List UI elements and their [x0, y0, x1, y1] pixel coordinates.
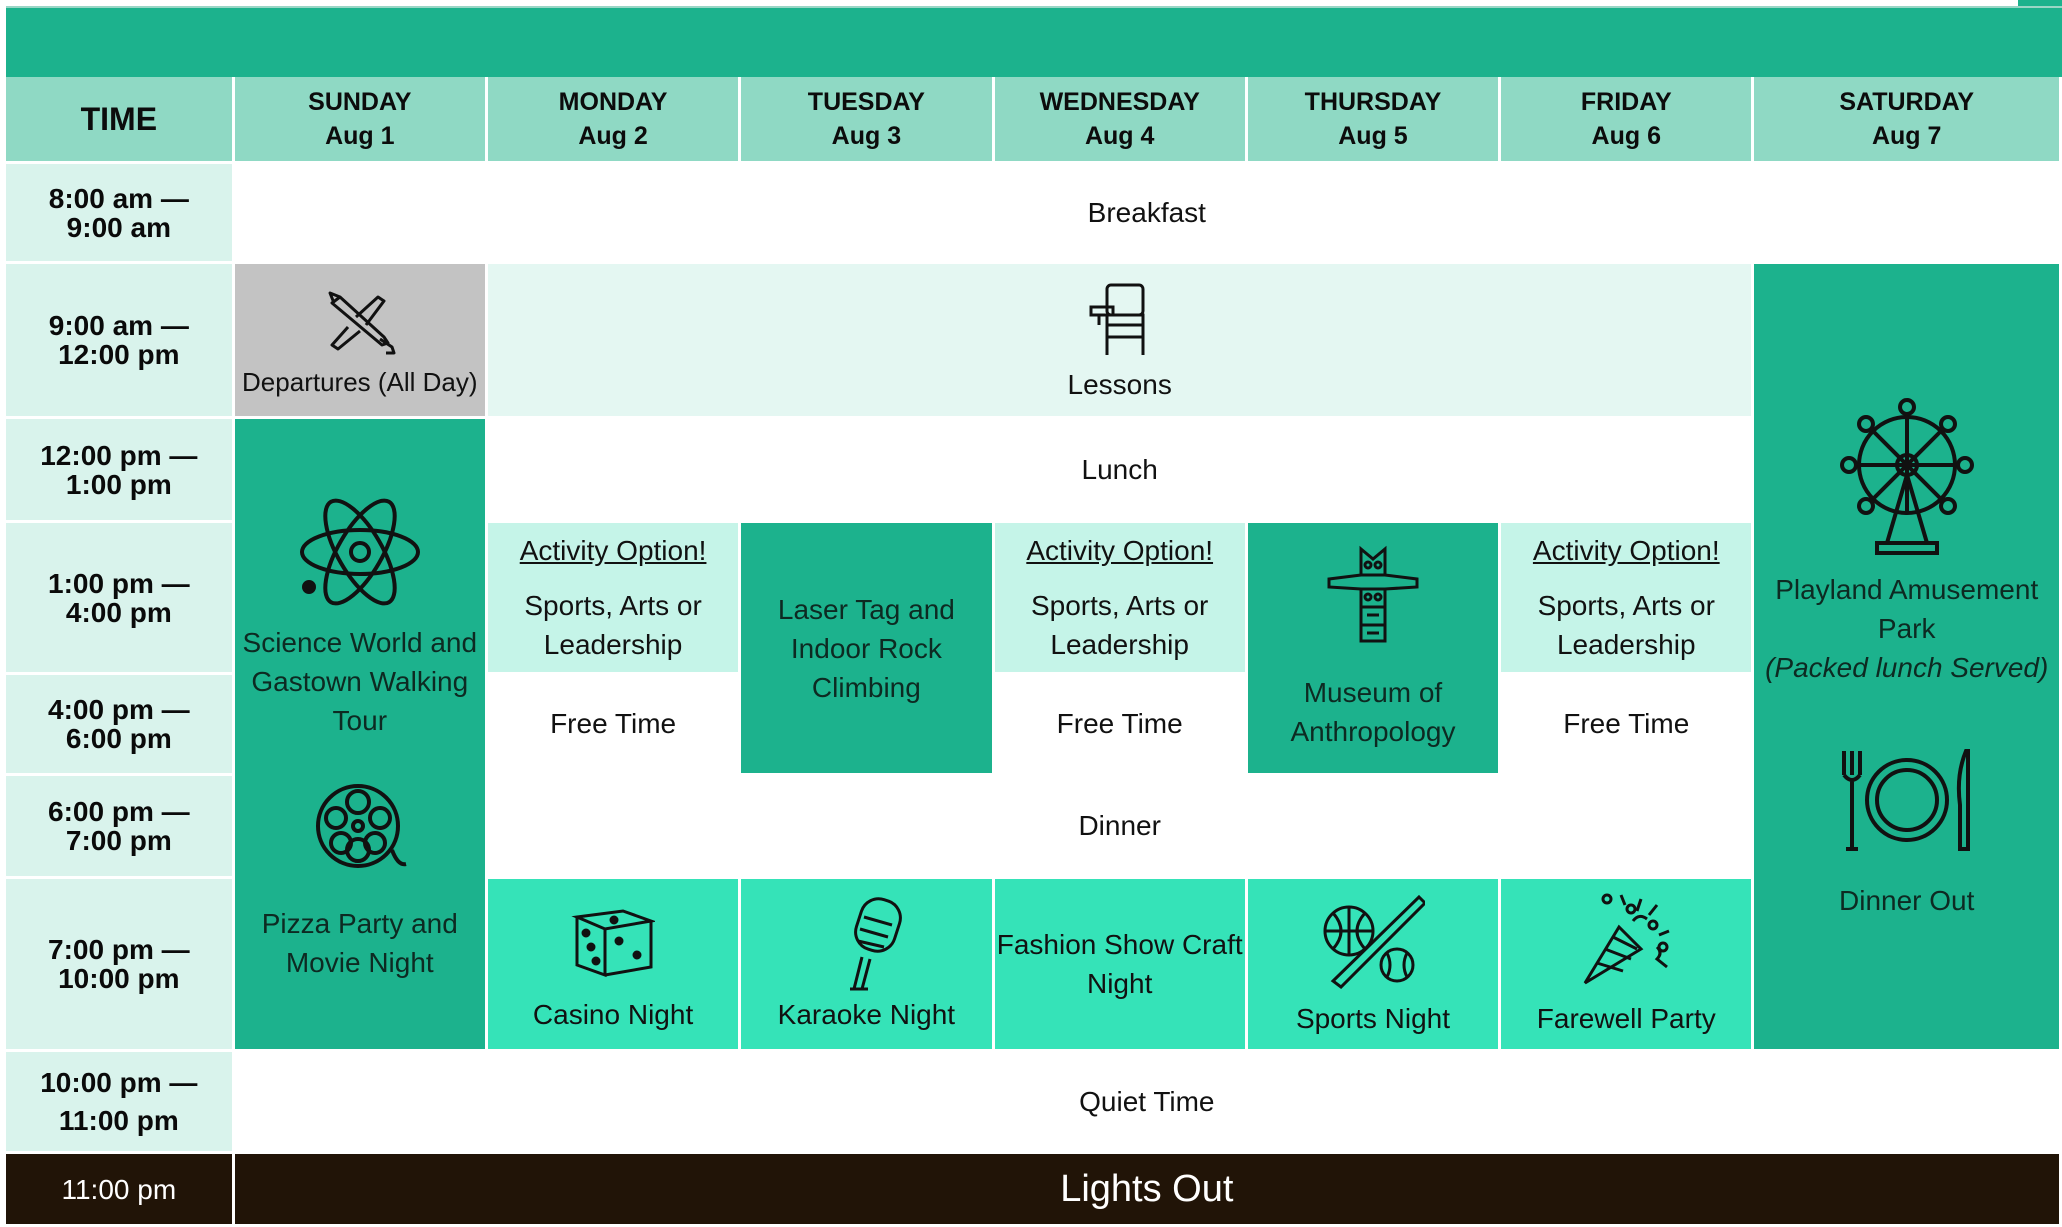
event-breakfast: Breakfast	[234, 164, 2059, 261]
day-header-saturday: SATURDAY Aug 7	[1754, 77, 2059, 161]
day-header-thursday: THURSDAY Aug 5	[1247, 77, 1499, 161]
day-header-tuesday: TUESDAY Aug 3	[741, 77, 992, 161]
time-column-header: TIME	[6, 77, 232, 161]
event-museum: Museum of Anthropology	[1247, 523, 1499, 773]
totem-pole-icon	[1327, 545, 1419, 643]
event-lights-out: Lights Out	[234, 1154, 2059, 1224]
event-activity-option: Activity Option! Sports, Arts or Leadersh…	[487, 523, 739, 672]
airplane-icon	[328, 291, 396, 354]
day-header-monday: MONDAY Aug 2	[487, 77, 739, 161]
event-free-time: Free Time	[994, 675, 1245, 773]
event-science-world-and-movie: Science World and Gastown Walking Tour P…	[234, 419, 485, 1049]
day-header-sunday: SUNDAY Aug 1	[234, 77, 485, 161]
corner-tab	[2018, 0, 2062, 6]
ferris-wheel-icon	[1839, 398, 1974, 555]
film-reel-icon	[315, 783, 407, 868]
microphone-icon	[850, 896, 903, 990]
event-sports-night: Sports Night	[1247, 879, 1499, 1049]
event-activity-option: Activity Option! Sports, Arts or Leadersh…	[994, 523, 1245, 672]
dice-icon	[571, 908, 656, 977]
time-slot: 4:00 pm —6:00 pm	[6, 675, 232, 773]
event-lessons: Lessons	[487, 264, 1752, 416]
party-popper-icon	[1583, 893, 1670, 984]
atom-icon	[299, 498, 420, 605]
sports-balls-icon	[1323, 894, 1425, 989]
event-karaoke-night: Karaoke Night	[741, 879, 992, 1049]
event-free-time: Free Time	[487, 675, 739, 773]
time-slot: 10:00 pm —11:00 pm	[6, 1052, 232, 1151]
event-departures: Departures (All Day)	[234, 264, 485, 416]
time-slot: 11:00 pm	[6, 1154, 232, 1224]
event-laser-tag: Laser Tag and Indoor Rock Climbing	[741, 523, 992, 773]
event-quiet-time: Quiet Time	[234, 1052, 2059, 1151]
event-free-time: Free Time	[1501, 675, 1752, 773]
event-farewell-party: Farewell Party	[1501, 879, 1752, 1049]
plate-cutlery-icon	[1841, 749, 1970, 851]
title-bar	[6, 6, 2062, 77]
time-slot: 6:00 pm —7:00 pm	[6, 776, 232, 876]
event-activity-option: Activity Option! Sports, Arts or Leadersh…	[1501, 523, 1752, 672]
time-slot: 12:00 pm —1:00 pm	[6, 419, 232, 520]
event-casino-night: Casino Night	[487, 879, 739, 1049]
day-header-friday: FRIDAY Aug 6	[1501, 77, 1752, 161]
event-dinner: Dinner	[487, 776, 1752, 876]
time-slot: 1:00 pm —4:00 pm	[6, 523, 232, 672]
event-playland: Playland Amusement Park (Packed lunch Se…	[1754, 264, 2059, 1049]
event-lunch: Lunch	[487, 419, 1752, 520]
time-slot: 9:00 am —12:00 pm	[6, 264, 232, 416]
time-slot: 8:00 am —9:00 am	[6, 164, 232, 261]
day-header-wednesday: WEDNESDAY Aug 4	[994, 77, 1245, 161]
school-desk-icon	[1089, 283, 1145, 355]
time-slot: 7:00 pm —10:00 pm	[6, 879, 232, 1049]
event-fashion-show: Fashion Show Craft Night	[994, 879, 1245, 1049]
schedule-table: TIME SUNDAY Aug 1 MONDAY Aug 2 TUESDAY Aug …	[3, 74, 2062, 1227]
